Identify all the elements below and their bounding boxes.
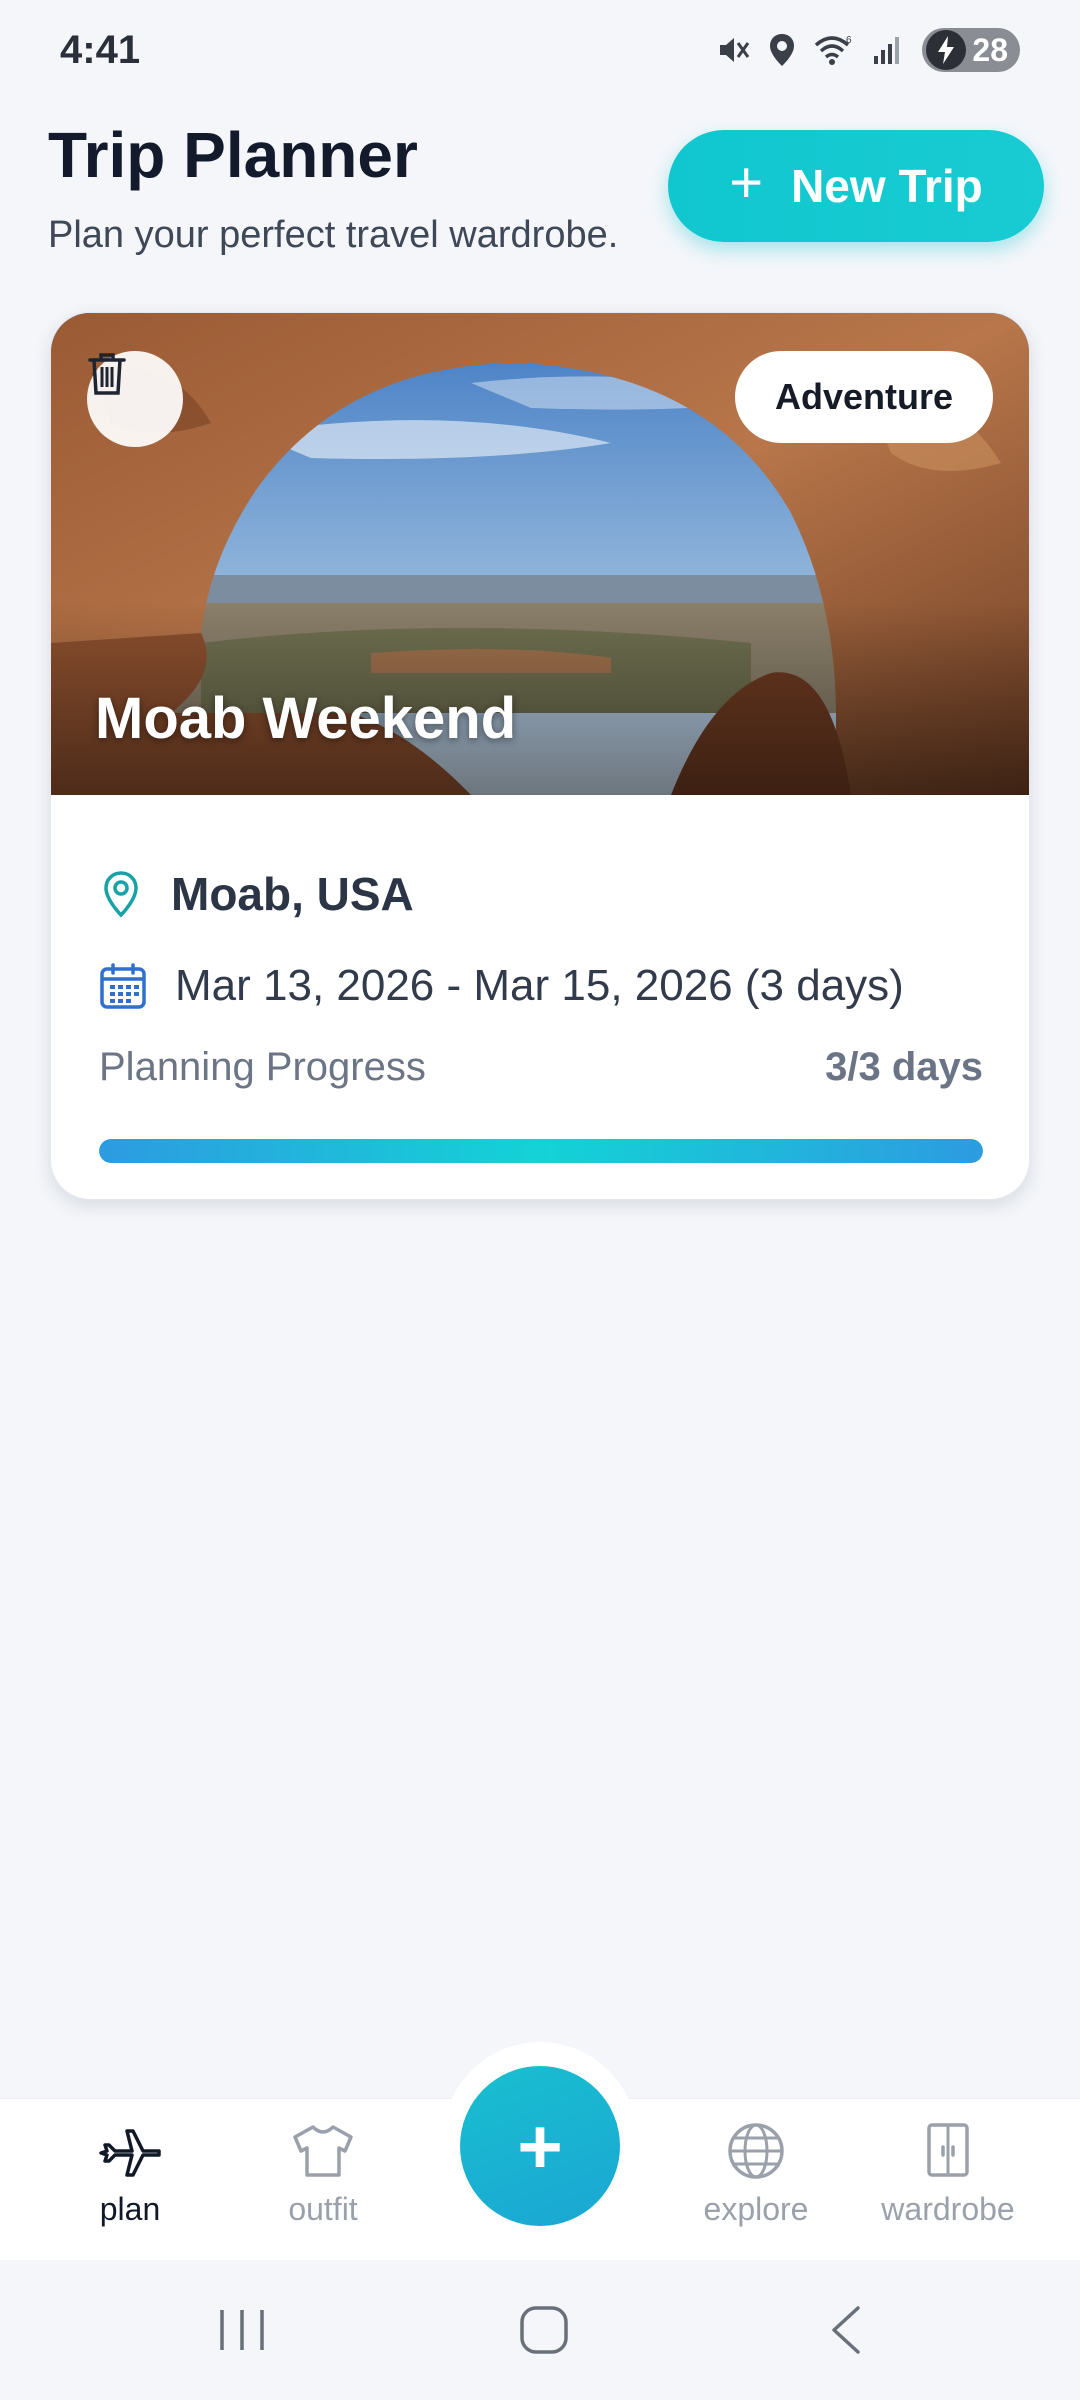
recents-icon[interactable] bbox=[216, 2304, 268, 2356]
signal-icon bbox=[874, 37, 900, 64]
nav-label-wardrobe: wardrobe bbox=[881, 2191, 1015, 2227]
trip-details: Moab, USA Mar 13, 2026 - Mar 15, 2026 (3… bbox=[51, 795, 1029, 1199]
plus-icon: + bbox=[729, 150, 764, 215]
screen: 4:41 6 28 Trip Planner Plan your perfect… bbox=[0, 0, 1080, 2400]
battery-charging-icon bbox=[926, 30, 967, 70]
shirt-icon bbox=[293, 2125, 353, 2177]
new-trip-label: New Trip bbox=[791, 160, 983, 212]
location-icon bbox=[770, 34, 795, 66]
page-title: Trip Planner bbox=[48, 119, 418, 191]
nav-item-outfit[interactable]: outfit bbox=[233, 2121, 413, 2228]
battery-indicator: 28 bbox=[922, 28, 1020, 72]
wifi-icon: 6 bbox=[815, 35, 852, 65]
trip-dates: Mar 13, 2026 - Mar 15, 2026 (3 days) bbox=[175, 961, 904, 1010]
svg-text:6: 6 bbox=[846, 35, 852, 46]
progress-fill bbox=[99, 1139, 983, 1163]
globe-icon bbox=[728, 2123, 784, 2179]
calendar-icon bbox=[100, 963, 146, 1009]
nav-item-plan[interactable]: plan bbox=[40, 2121, 220, 2228]
trash-icon bbox=[88, 353, 126, 395]
progress-value: 3/3 days bbox=[825, 1045, 983, 1089]
new-trip-button[interactable]: + New Trip bbox=[668, 130, 1044, 242]
trip-card[interactable]: Adventure Moab Weekend Moab, USA Mar 13,… bbox=[50, 312, 1030, 1200]
mute-icon bbox=[720, 38, 750, 62]
add-button[interactable]: + bbox=[460, 2066, 620, 2226]
airplane-icon bbox=[99, 2129, 161, 2177]
trip-dates-row: Mar 13, 2026 - Mar 15, 2026 (3 days) bbox=[99, 961, 904, 1011]
location-pin-icon bbox=[104, 871, 138, 918]
home-icon[interactable] bbox=[518, 2304, 570, 2356]
progress-label: Planning Progress bbox=[99, 1045, 426, 1089]
battery-level: 28 bbox=[972, 31, 1008, 68]
nav-label-plan: plan bbox=[99, 2191, 161, 2227]
trip-location: Moab, USA bbox=[171, 868, 414, 920]
plus-icon: + bbox=[517, 2102, 563, 2190]
progress-bar bbox=[99, 1139, 983, 1163]
nav-label-outfit: outfit bbox=[288, 2191, 358, 2227]
wardrobe-icon bbox=[927, 2123, 969, 2177]
system-nav-bar bbox=[0, 2260, 1080, 2400]
nav-item-explore[interactable]: explore bbox=[666, 2121, 846, 2228]
delete-trip-button[interactable] bbox=[87, 351, 183, 447]
back-icon[interactable] bbox=[826, 2304, 866, 2356]
trip-title: Moab Weekend bbox=[95, 686, 517, 751]
page-subtitle: Plan your perfect travel wardrobe. bbox=[48, 214, 619, 256]
status-time: 4:41 bbox=[60, 28, 141, 72]
nav-label-explore: explore bbox=[703, 2191, 809, 2227]
trip-location-row: Moab, USA bbox=[99, 867, 414, 921]
category-badge: Adventure bbox=[734, 351, 993, 443]
nav-item-wardrobe[interactable]: wardrobe bbox=[858, 2121, 1038, 2228]
status-bar: 4:41 6 28 bbox=[0, 0, 1080, 100]
status-icons: 6 28 bbox=[716, 26, 1020, 74]
trip-cover-image: Adventure Moab Weekend bbox=[51, 313, 1029, 795]
